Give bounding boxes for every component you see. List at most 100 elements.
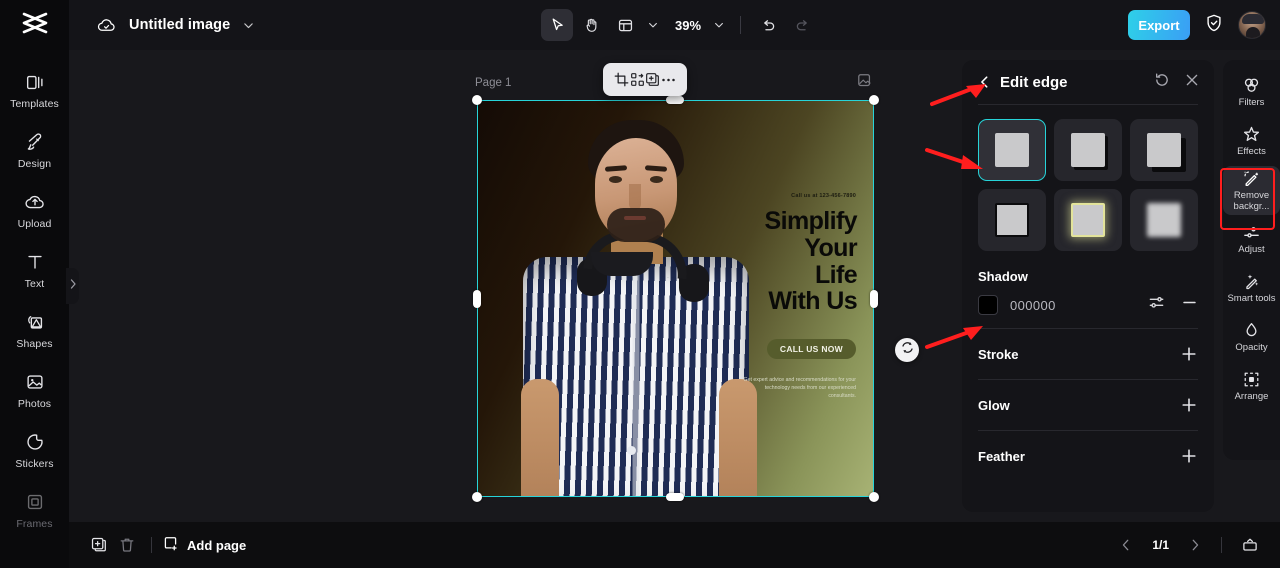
- undo-button[interactable]: [752, 9, 784, 41]
- rail-item-effects[interactable]: Effects: [1223, 117, 1280, 166]
- page-indicator: 1/1: [1152, 538, 1169, 552]
- rail-item-arrange[interactable]: Arrange: [1223, 362, 1280, 411]
- rail-item-opacity[interactable]: Opacity: [1223, 313, 1280, 362]
- shadow-color-hex[interactable]: 000000: [1010, 298, 1056, 313]
- sidebar-label: Photos: [17, 397, 52, 410]
- edit-edge-panel: Edit edge Shadow 000000 Stroke Glow Feat…: [962, 60, 1214, 512]
- shield-check-icon[interactable]: [1204, 13, 1224, 38]
- zoom-level-value[interactable]: 39%: [665, 18, 707, 33]
- select-tool-button[interactable]: [541, 9, 573, 41]
- style-swatch-glow: [1071, 203, 1105, 237]
- sidebar-item-templates[interactable]: Templates: [0, 60, 69, 120]
- property-label: Glow: [978, 397, 1010, 413]
- shadow-color-swatch[interactable]: [978, 295, 998, 315]
- reset-history-icon[interactable]: [1154, 72, 1170, 93]
- poster-headline: Simplify Your Life With Us: [657, 207, 858, 315]
- zoom-dropdown-caret[interactable]: [709, 9, 729, 41]
- duplicate-page-icon[interactable]: [85, 531, 113, 559]
- rail-label: Effects: [1237, 146, 1266, 158]
- sidebar-item-upload[interactable]: Upload: [0, 180, 69, 240]
- close-x-icon[interactable]: [1184, 72, 1200, 93]
- capcut-logo-icon: [20, 11, 50, 40]
- rail-item-filters[interactable]: Filters: [1223, 68, 1280, 117]
- rail-item-remove-background[interactable]: Remove backgr...: [1223, 166, 1280, 215]
- redo-button[interactable]: [786, 9, 818, 41]
- sidebar-item-photos[interactable]: Photos: [0, 360, 69, 420]
- sidebar-item-stickers[interactable]: Stickers: [0, 420, 69, 480]
- rail-label: Adjust: [1238, 244, 1265, 256]
- app-logo-button[interactable]: [0, 0, 69, 50]
- edge-style-blur[interactable]: [1130, 189, 1198, 251]
- cloud-saved-icon: [97, 16, 116, 35]
- layout-tool-button[interactable]: [609, 9, 641, 41]
- resize-handle-top-left[interactable]: [472, 95, 482, 105]
- replace-swap-icon[interactable]: [630, 72, 645, 87]
- poster-headline-line: Simplify: [764, 207, 858, 235]
- sidebar-item-frames[interactable]: Frames: [0, 480, 69, 540]
- poster-cta-button: CALL US NOW: [766, 339, 856, 359]
- property-row-stroke[interactable]: Stroke: [962, 329, 1214, 379]
- edge-style-shadow-soft[interactable]: [1054, 119, 1122, 181]
- crop-icon[interactable]: [614, 72, 629, 87]
- rail-item-adjust[interactable]: Adjust: [1223, 215, 1280, 264]
- edge-style-shadow-hard[interactable]: [1130, 119, 1198, 181]
- remove-background-wand-icon: [1242, 169, 1261, 188]
- minus-icon[interactable]: [1181, 294, 1198, 316]
- rail-item-smart-tools[interactable]: Smart tools: [1223, 264, 1280, 313]
- selected-image-object[interactable]: Call us at 123-456-7890 Simplify Your Li…: [477, 100, 874, 497]
- panel-title: Edit edge: [1000, 73, 1068, 91]
- add-page-button[interactable]: Add page: [162, 535, 246, 555]
- shadow-section-title: Shadow: [978, 269, 1028, 284]
- figure-arm-left: [521, 379, 559, 497]
- rail-label: Filters: [1238, 97, 1265, 109]
- present-screen-icon[interactable]: [1236, 531, 1264, 559]
- sliders-settings-icon[interactable]: [1148, 294, 1165, 316]
- resize-handle-top-right[interactable]: [869, 95, 879, 105]
- prev-page-button[interactable]: [1114, 533, 1138, 557]
- resize-handle-bottom-left[interactable]: [472, 492, 482, 502]
- page-label: Page 1: [475, 77, 512, 89]
- style-swatch-shadow-large: [1147, 133, 1181, 167]
- layout-dropdown-caret[interactable]: [643, 9, 663, 41]
- property-label: Feather: [978, 448, 1025, 464]
- filters-circles-icon: [1242, 76, 1261, 95]
- edge-style-glow[interactable]: [1054, 189, 1122, 251]
- next-page-button[interactable]: [1183, 533, 1207, 557]
- bottom-divider: [1221, 537, 1222, 553]
- resize-handle-bottom-right[interactable]: [869, 492, 879, 502]
- resize-handle-bottom[interactable]: [666, 493, 684, 501]
- trash-delete-icon[interactable]: [113, 531, 141, 559]
- plus-icon[interactable]: [1180, 396, 1198, 414]
- avatar[interactable]: [1238, 11, 1266, 39]
- property-row-glow[interactable]: Glow: [962, 380, 1214, 430]
- layers-image-icon[interactable]: [857, 73, 873, 89]
- effects-star-icon: [1242, 125, 1261, 144]
- plus-icon[interactable]: [1180, 447, 1198, 465]
- toolbar-divider: [740, 16, 742, 34]
- resize-handle-left[interactable]: [473, 290, 481, 308]
- chevron-down-icon[interactable]: [242, 19, 255, 32]
- sidebar-item-text[interactable]: Text: [0, 240, 69, 300]
- resize-handle-top[interactable]: [666, 96, 684, 104]
- duplicate-add-icon[interactable]: [645, 72, 660, 87]
- plus-icon[interactable]: [1180, 345, 1198, 363]
- document-title[interactable]: Untitled image: [129, 17, 230, 33]
- sidebar-item-design[interactable]: Design: [0, 120, 69, 180]
- chevron-right-icon: [69, 277, 77, 295]
- design-brush-icon: [24, 131, 46, 153]
- poster-headline-line: Your: [804, 233, 857, 262]
- resize-handle-right[interactable]: [870, 290, 878, 308]
- property-row-feather[interactable]: Feather: [962, 431, 1214, 481]
- more-horizontal-icon[interactable]: [661, 77, 676, 83]
- hand-pan-tool-button[interactable]: [575, 9, 607, 41]
- panel-expand-button[interactable]: [66, 268, 79, 304]
- export-button[interactable]: Export: [1128, 10, 1190, 40]
- chevron-left-icon[interactable]: [978, 75, 991, 89]
- sidebar-item-shapes[interactable]: Shapes: [0, 300, 69, 360]
- figure-mouth: [624, 216, 646, 220]
- edge-style-outline[interactable]: [978, 189, 1046, 251]
- figure-eye-right: [650, 176, 663, 183]
- rotate-handle[interactable]: [895, 338, 919, 362]
- object-floating-toolbar: [603, 63, 687, 96]
- edge-style-none[interactable]: [978, 119, 1046, 181]
